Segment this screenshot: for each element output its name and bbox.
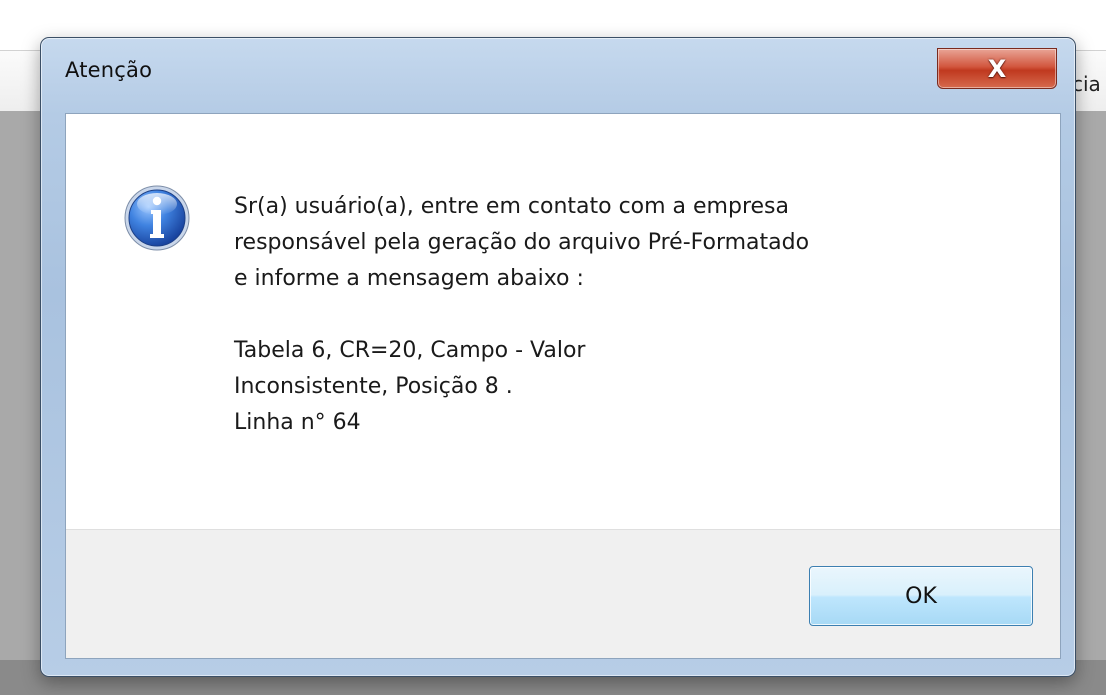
message-area: Sr(a) usuário(a), entre em contato com a… [66,114,1060,529]
information-icon [124,185,190,251]
message-line: Sr(a) usuário(a), entre em contato com a… [234,194,789,219]
background-partial-label: cia [1072,72,1101,96]
message-line: responsável pela geração do arquivo Pré-… [234,230,810,255]
close-button[interactable]: X [937,48,1057,89]
message-text: Sr(a) usuário(a), entre em contato com a… [234,189,1014,441]
ok-button[interactable]: OK [809,566,1033,626]
dialog-title: Atenção [65,58,153,82]
detail-line: Inconsistente, Posição 8 . [234,374,513,399]
detail-line: Linha n° 64 [234,410,361,435]
button-bar: OK [66,529,1060,658]
message-line: e informe a mensagem abaixo : [234,266,584,291]
message-dialog: Atenção X Sr(a) usuário(a), entre em con… [40,37,1076,677]
close-icon: X [987,54,1007,83]
detail-line: Tabela 6, CR=20, Campo - Valor [234,338,586,363]
dialog-client-area: Sr(a) usuário(a), entre em contato com a… [65,113,1061,659]
